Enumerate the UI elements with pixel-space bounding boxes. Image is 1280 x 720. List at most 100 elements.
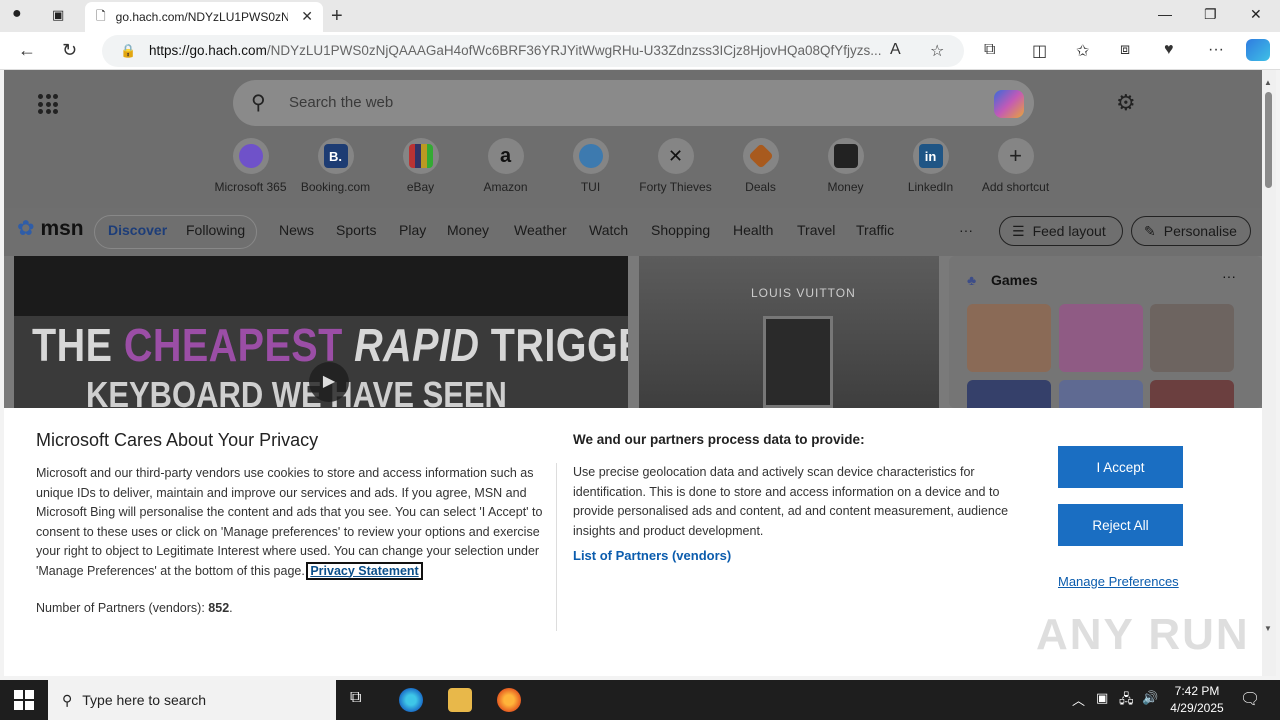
nav-watch[interactable]: Watch	[589, 222, 628, 238]
task-view-icon[interactable]: ⧉	[350, 689, 361, 707]
read-aloud-icon[interactable]: A	[890, 41, 901, 59]
tray-chevron-icon[interactable]: ︿	[1072, 690, 1085, 709]
shortcut-amazon[interactable]: a Amazon	[463, 138, 548, 194]
shortcut-money[interactable]: Money	[803, 138, 888, 194]
scrollbar-thumb[interactable]	[1265, 92, 1272, 188]
nav-sports[interactable]: Sports	[336, 222, 376, 238]
nav-money[interactable]: Money	[447, 222, 489, 238]
shortcut-deals[interactable]: Deals	[718, 138, 803, 194]
url-path: /NDYzLU1PWS0zNjQAAAGaH4ofWc6BRF36YRJYitW…	[266, 43, 882, 58]
lock-icon[interactable]: 🔒	[120, 35, 136, 67]
play-icon[interactable]: ▶	[309, 362, 349, 402]
tab-discover[interactable]: Discover	[108, 222, 167, 238]
shortcut-ebay[interactable]: eBay	[378, 138, 463, 194]
privacy-body: Microsoft and our third-party vendors us…	[36, 464, 544, 581]
network-icon[interactable]: 🖧	[1119, 690, 1134, 712]
games-title: Games	[991, 272, 1038, 288]
shortcut-label: Amazon	[483, 180, 528, 194]
favorite-star-icon[interactable]: ☆	[930, 41, 944, 61]
scroll-up-icon[interactable]: ▲	[1264, 78, 1272, 87]
nav-shopping[interactable]: Shopping	[651, 222, 710, 238]
new-tab-icon[interactable]: +	[331, 5, 343, 28]
collections-icon[interactable]: ⧈	[1120, 41, 1130, 59]
file-explorer-icon[interactable]	[448, 688, 472, 712]
reject-all-button[interactable]: Reject All	[1058, 504, 1183, 546]
nav-health[interactable]: Health	[733, 222, 773, 238]
volume-icon[interactable]: 🔊	[1142, 690, 1158, 706]
toolbar: ← ↻ 🔒 https://go.hach.com/NDYzLU1PWS0zNj…	[0, 32, 1280, 70]
divider	[556, 463, 557, 631]
close-tab-icon[interactable]: ✕	[301, 8, 313, 25]
linkedin-icon: in	[918, 144, 943, 168]
shortcut-linkedin[interactable]: in LinkedIn	[888, 138, 973, 194]
taskbar: ⚲ Type here to search ⧉ ︿ ▣ 🖧 🔊 7:42 PM …	[0, 680, 1280, 720]
apps-launcher-icon[interactable]	[38, 94, 58, 114]
minimize-icon[interactable]: —	[1158, 6, 1172, 22]
shortcut-booking[interactable]: B. Booking.com	[293, 138, 378, 194]
tab-actions-icon[interactable]: ▣	[52, 7, 64, 23]
accept-button[interactable]: I Accept	[1058, 446, 1183, 488]
firefox-icon[interactable]	[497, 688, 521, 712]
data-processing-heading: We and our partners process data to prov…	[573, 432, 865, 447]
game-tile[interactable]	[1059, 304, 1143, 372]
taskbar-search[interactable]: ⚲ Type here to search	[48, 680, 336, 720]
page-scrollbar[interactable]: ▲ ▼	[1262, 70, 1276, 676]
page-icon: 🗋	[96, 8, 106, 23]
extensions-icon[interactable]: ⧉	[984, 41, 995, 59]
feed-layout-button[interactable]: ☰ Feed layout	[999, 216, 1123, 246]
personalise-icon: ✎	[1144, 222, 1156, 239]
shortcut-microsoft365[interactable]: Microsoft 365	[208, 138, 293, 194]
data-processing-body: Use precise geolocation data and activel…	[573, 465, 1009, 538]
msn-logo[interactable]: ✿ msn	[17, 216, 84, 241]
nav-more-icon[interactable]: ···	[959, 222, 973, 238]
shortcut-tui[interactable]: TUI	[548, 138, 633, 194]
nav-travel[interactable]: Travel	[797, 222, 835, 238]
web-search-box[interactable]: ⚲ Search the web	[233, 80, 1034, 126]
tray-device-icon[interactable]: ▣	[1096, 690, 1108, 706]
search-placeholder: Search the web	[289, 94, 394, 111]
game-tile[interactable]	[967, 304, 1051, 372]
copilot-icon[interactable]	[1246, 39, 1270, 61]
hero-text: TRIGGER	[490, 319, 628, 371]
clock-date: 4/29/2025	[1170, 701, 1224, 715]
settings-gear-icon[interactable]: ⚙	[1116, 90, 1136, 116]
edge-icon[interactable]	[399, 688, 423, 712]
shortcut-add[interactable]: + Add shortcut	[973, 138, 1058, 194]
tab-active[interactable]: 🗋 go.hach.com/NDYzLU1PWS0zNj ✕	[85, 2, 323, 32]
split-screen-icon[interactable]: ◫	[1032, 41, 1047, 61]
manage-preferences-link[interactable]: Manage Preferences	[1058, 574, 1179, 589]
hero-video-card[interactable]: THE CHEAPEST RAPID TRIGGER KEYBOARD WE H…	[14, 256, 628, 408]
quick-links: Microsoft 365 B. Booking.com eBay a Amazon…	[208, 138, 1058, 194]
more-menu-icon[interactable]: ···	[1208, 41, 1224, 59]
sliders-icon: ☰	[1012, 222, 1025, 239]
nav-news[interactable]: News	[279, 222, 314, 238]
close-window-icon[interactable]: ✕	[1250, 6, 1262, 23]
restore-icon[interactable]: ❐	[1204, 6, 1217, 23]
tab-following[interactable]: Following	[186, 222, 245, 238]
favorites-icon[interactable]: ✩	[1076, 41, 1089, 61]
game-tile[interactable]	[1150, 304, 1234, 372]
nav-play[interactable]: Play	[399, 222, 426, 238]
tui-icon	[578, 144, 603, 168]
store-sign: LOUIS VUITTON	[751, 286, 856, 300]
refresh-icon[interactable]: ↻	[62, 40, 77, 61]
watermark-logo: ANY RUN	[1036, 610, 1250, 659]
privacy-statement-link[interactable]: Privacy Statement	[306, 561, 423, 580]
notifications-icon[interactable]: 🗨	[1240, 689, 1260, 709]
performance-icon[interactable]: ♥	[1164, 41, 1174, 59]
games-more-icon[interactable]: ···	[1222, 268, 1236, 284]
back-icon[interactable]: ←	[18, 40, 36, 61]
copilot-search-icon[interactable]	[994, 90, 1024, 118]
store-image-card[interactable]: LOUIS VUITTON	[639, 256, 939, 408]
personalise-button[interactable]: ✎ Personalise	[1131, 216, 1251, 246]
system-clock[interactable]: 7:42 PM 4/29/2025	[1162, 683, 1232, 717]
nav-traffic[interactable]: Traffic	[856, 222, 894, 238]
partners-label: Number of Partners (vendors):	[36, 601, 209, 615]
windows-start-icon[interactable]	[14, 690, 34, 710]
nav-weather[interactable]: Weather	[514, 222, 567, 238]
vendors-list-link[interactable]: List of Partners (vendors)	[573, 548, 731, 563]
shortcut-forty-thieves[interactable]: ✕ Forty Thieves	[633, 138, 718, 194]
scroll-down-icon[interactable]: ▼	[1264, 624, 1272, 633]
profile-icon[interactable]: ●	[12, 5, 22, 23]
address-bar[interactable]: 🔒 https://go.hach.com/NDYzLU1PWS0zNjQAAA…	[102, 35, 964, 67]
